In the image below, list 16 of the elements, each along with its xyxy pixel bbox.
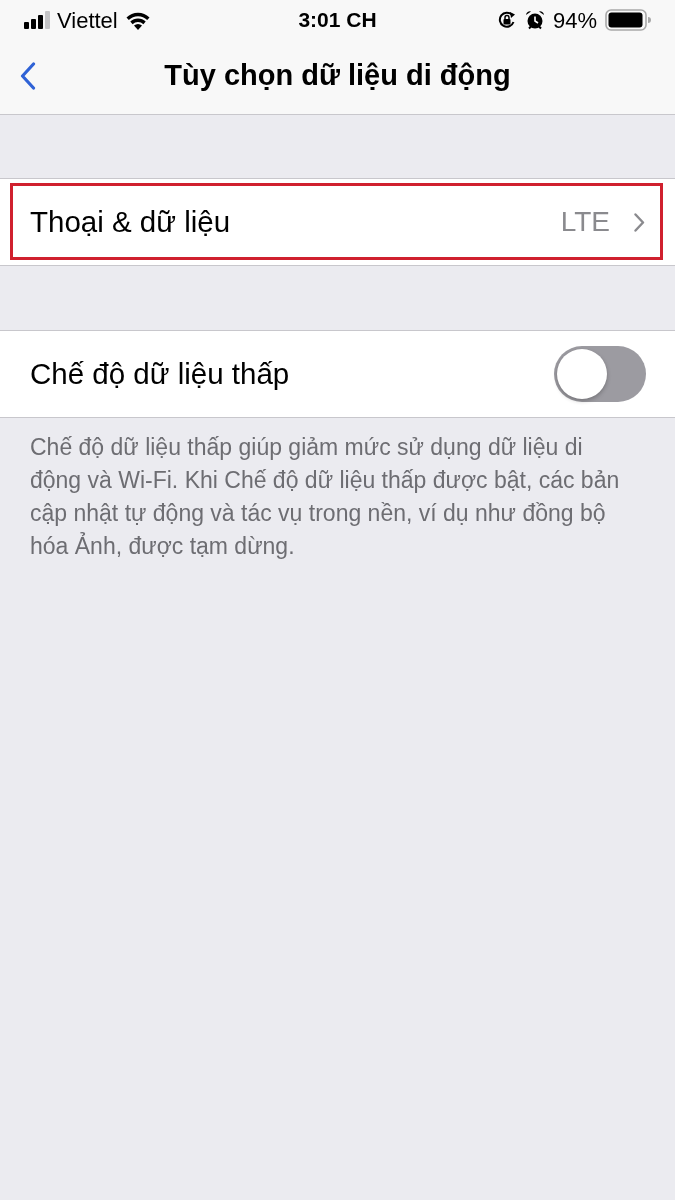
row-label: Thoại & dữ liệu (30, 203, 231, 240)
toggle-switch[interactable] (554, 346, 646, 402)
footer-description: Chế độ dữ liệu thấp giúp giảm mức sử dụng dữ liệu di động và Wi-Fi. Khi Chế độ dữ liệu thấp được bật, các bản cập nhật tự động và tác vụ trong nền, ví dụ như đồng bộ hóa Ảnh, được tạm dừng. (29, 433, 621, 561)
wifi-icon (124, 10, 151, 30)
row-value: LTE (560, 205, 610, 239)
alarm-clock-icon (524, 10, 545, 30)
rotation-lock-icon (496, 10, 517, 30)
battery-percentage: 94% (552, 6, 597, 35)
carrier-name: Viettel (57, 6, 118, 35)
page-title: Tùy chọn dữ liệu di động (164, 58, 511, 94)
back-chevron-icon (20, 62, 36, 90)
clock-time: 3:01 CH (298, 7, 377, 34)
chevron-right-icon (634, 212, 645, 232)
battery-icon (605, 9, 651, 31)
signal-bars-icon (24, 11, 50, 29)
row-label: Chế độ dữ liệu thấp (30, 355, 290, 392)
